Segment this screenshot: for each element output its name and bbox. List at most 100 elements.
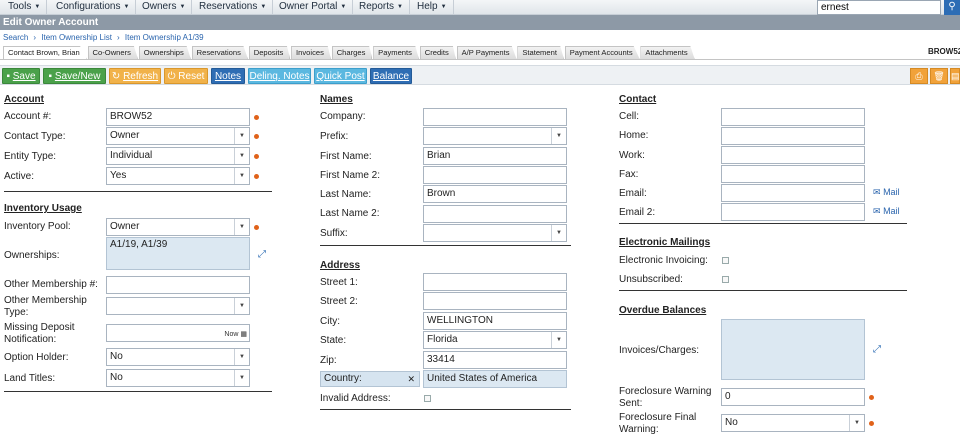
tab-statement[interactable]: Statement [517, 46, 564, 59]
notes-button[interactable]: Notes [211, 68, 245, 84]
delinq-notes-button[interactable]: Delinq. Notes [248, 68, 311, 84]
active-select[interactable]: Yes ▼ [106, 167, 250, 185]
close-icon[interactable]: ✕ [407, 372, 415, 386]
state-label: State: [320, 335, 347, 346]
now-button[interactable]: Now ▦ [224, 327, 247, 341]
tab-deposits[interactable]: Deposits [248, 46, 291, 59]
breadcrumb-search[interactable]: Search [3, 33, 28, 42]
first-name2-field[interactable] [423, 166, 567, 184]
tab-divider [0, 59, 960, 60]
last-name2-field[interactable] [423, 205, 567, 223]
required-dot-icon [254, 134, 259, 139]
record-code: BROW52 [928, 47, 960, 56]
other-membership-no-field[interactable] [106, 276, 250, 294]
cell-field[interactable] [721, 108, 865, 126]
email-mail-link[interactable]: ✉ Mail [873, 187, 900, 198]
quick-post-label: Quick Post [316, 71, 365, 82]
save-new-button[interactable]: ▪ Save/New [43, 68, 106, 84]
first-name-label: First Name: [320, 151, 372, 162]
option-holder-select[interactable]: No ▼ [106, 348, 250, 366]
first-name-field[interactable]: Brian [423, 147, 567, 165]
foreclosure-warning-field[interactable]: 0 [721, 388, 865, 406]
foreclosure-final-select[interactable]: No ▼ [721, 414, 865, 432]
work-label: Work: [619, 150, 645, 161]
menu-help[interactable]: Help ▼ [411, 0, 454, 15]
tab-reservations[interactable]: Reservations [191, 46, 248, 59]
menu-tools[interactable]: Tools ▼ [2, 0, 48, 15]
company-field[interactable] [423, 108, 567, 126]
caret-down-icon: ▼ [34, 4, 41, 10]
tab-attachments[interactable]: Attachments [640, 46, 695, 59]
email2-mail-link[interactable]: ✉ Mail [873, 206, 900, 217]
copy-icon[interactable]: ▤ [950, 68, 960, 84]
entity-type-select[interactable]: Individual ▼ [106, 147, 250, 165]
expand-icon[interactable]: ⤢ [258, 249, 266, 260]
tab-credits[interactable]: Credits [419, 46, 456, 59]
menu-owners[interactable]: Owners ▼ [136, 0, 193, 15]
save-new-label: Save/New [54, 71, 101, 82]
menu-configurations[interactable]: Configurations ▼ [50, 0, 137, 15]
caret-down-icon: ▼ [260, 4, 267, 10]
fax-field[interactable] [721, 165, 865, 183]
save-button[interactable]: ▪ Save [2, 68, 40, 84]
street2-field[interactable] [423, 292, 567, 310]
tab-ap-payments[interactable]: A/P Payments [456, 46, 517, 59]
menu-reports[interactable]: Reports ▼ [353, 0, 410, 15]
refresh-button[interactable]: ↻ Refresh [109, 68, 161, 84]
print-icon[interactable]: ⎙ [910, 68, 928, 84]
zip-field[interactable]: 33414 [423, 351, 567, 369]
trash-icon[interactable]: 🗑 [930, 68, 948, 84]
balance-button[interactable]: Balance [370, 68, 412, 84]
quick-post-button[interactable]: Quick Post [314, 68, 367, 84]
state-value: Florida [427, 334, 458, 345]
work-field[interactable] [721, 146, 865, 164]
required-dot-icon [869, 395, 874, 400]
country-field[interactable]: United States of America [423, 370, 567, 388]
contact-type-value: Owner [110, 130, 140, 141]
mail-link-label: Mail [883, 187, 900, 197]
missing-deposit-date-field[interactable]: Now ▦ [106, 324, 250, 342]
invalid-address-checkbox[interactable] [424, 395, 431, 402]
email2-field[interactable] [721, 203, 865, 221]
chevron-right-icon: › [33, 33, 37, 42]
search-button[interactable]: ⚲ [944, 0, 960, 15]
land-titles-select[interactable]: No ▼ [106, 369, 250, 387]
last-name-field[interactable]: Brown [423, 185, 567, 203]
contact-type-label: Contact Type: [4, 131, 66, 142]
tab-contact[interactable]: Contact Brown, Brian [3, 46, 87, 59]
prefix-select[interactable]: ▼ [423, 127, 567, 145]
tab-invoices[interactable]: Invoices [291, 46, 331, 59]
tab-payments[interactable]: Payments [373, 46, 419, 59]
reset-button[interactable]: ⏻ Reset [164, 68, 208, 84]
account-no-field[interactable]: BROW52 [106, 108, 250, 126]
section-divider [619, 223, 907, 224]
menu-owner-portal[interactable]: Owner Portal ▼ [273, 0, 354, 15]
foreclosure-final-value: No [725, 417, 738, 428]
company-label: Company: [320, 111, 366, 122]
electronic-invoicing-checkbox[interactable] [722, 257, 729, 264]
tab-charges[interactable]: Charges [331, 46, 373, 59]
global-search-input[interactable] [817, 0, 941, 15]
state-select[interactable]: Florida ▼ [423, 331, 567, 349]
ownerships-field: A1/19, A1/39 [106, 237, 250, 270]
email-field[interactable] [721, 184, 865, 202]
tab-payment-accounts[interactable]: Payment Accounts [564, 46, 640, 59]
unsubscribed-checkbox[interactable] [722, 276, 729, 283]
breadcrumb-ownership-item[interactable]: Item Ownership A1/39 [125, 33, 204, 42]
other-membership-type-select[interactable]: ▼ [106, 297, 250, 315]
last-name2-label: Last Name 2: [320, 208, 380, 219]
home-field[interactable] [721, 127, 865, 145]
other-membership-no-label: Other Membership #: [4, 279, 98, 290]
tab-ownerships[interactable]: Ownerships [138, 46, 191, 59]
breadcrumb-ownership-list[interactable]: Item Ownership List [41, 33, 112, 42]
contact-type-select[interactable]: Owner ▼ [106, 127, 250, 145]
menu-reservations[interactable]: Reservations ▼ [193, 0, 274, 15]
city-field[interactable]: WELLINGTON [423, 312, 567, 330]
street1-field[interactable] [423, 273, 567, 291]
tab-co-owners[interactable]: Co-Owners [87, 46, 138, 59]
last-name-label: Last Name: [320, 189, 372, 200]
section-divider [4, 191, 272, 192]
expand-icon[interactable]: ⤢ [873, 344, 881, 355]
suffix-select[interactable]: ▼ [423, 224, 567, 242]
inventory-pool-select[interactable]: Owner ▼ [106, 218, 250, 236]
